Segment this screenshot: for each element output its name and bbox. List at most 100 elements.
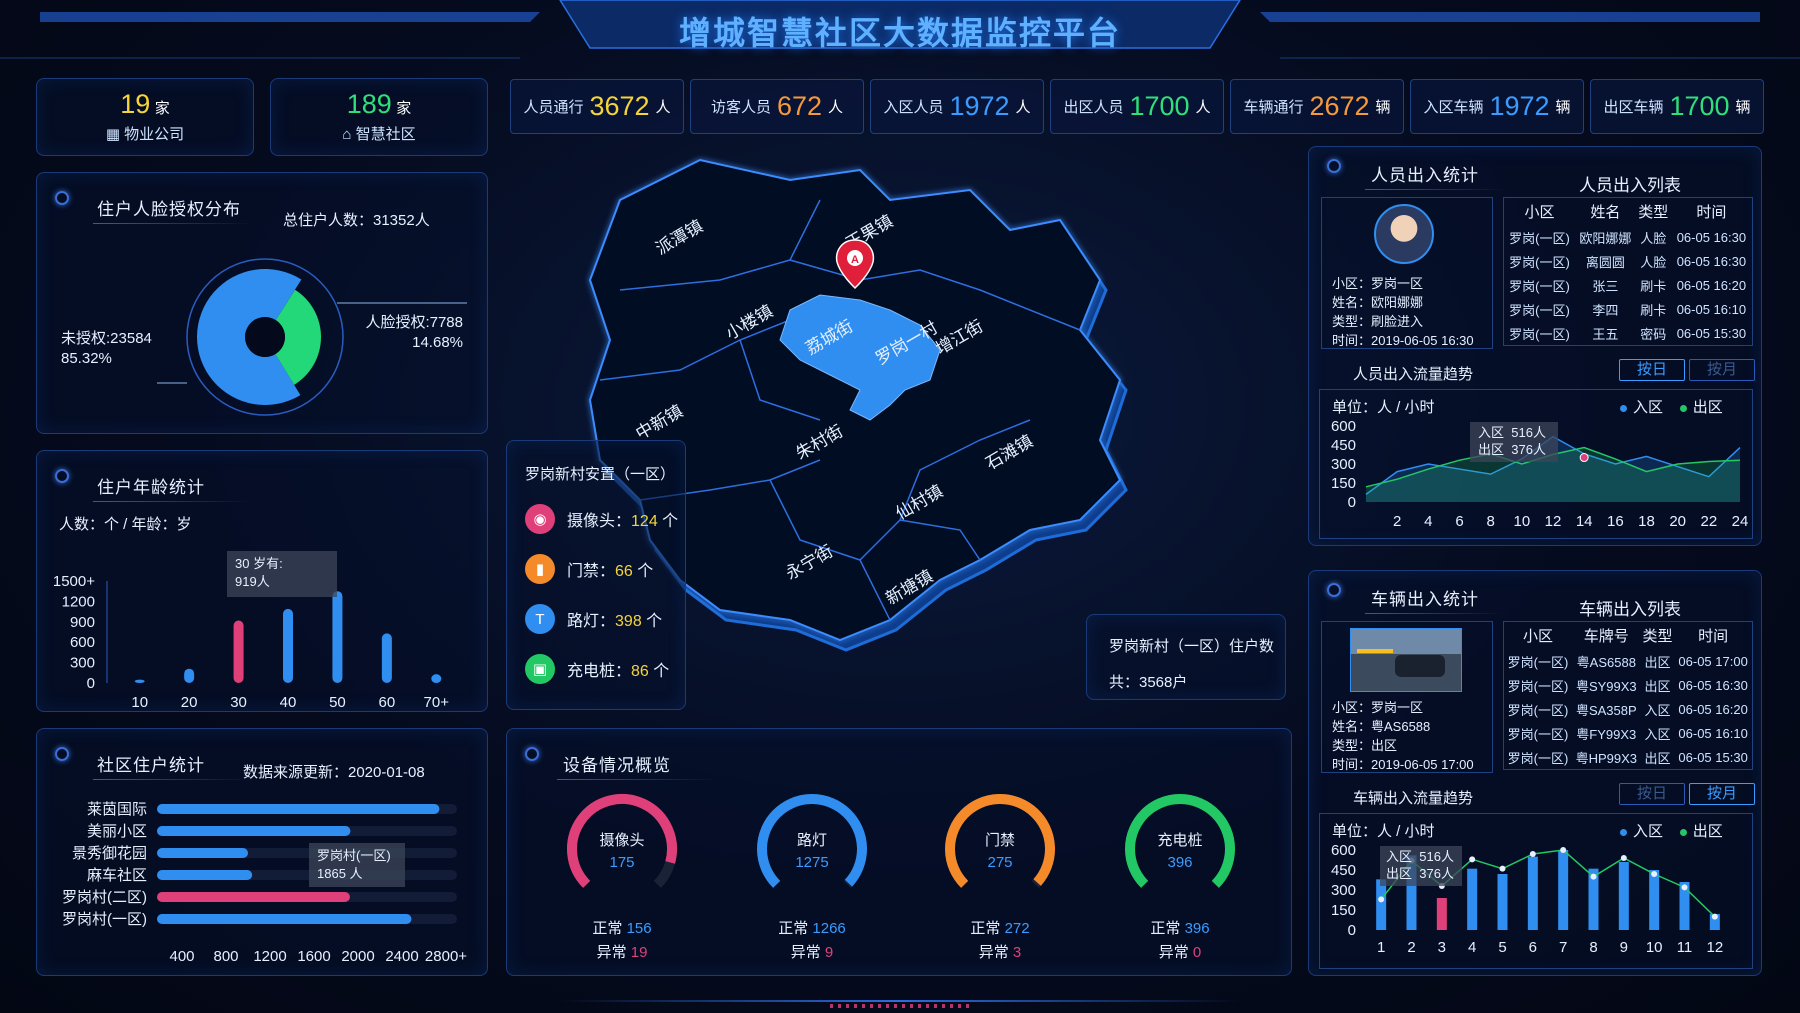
normal-label: 正常: [778, 920, 809, 937]
table-row[interactable]: 罗岗(一区) 离圆圆 人脸 06-05 16:30: [1504, 250, 1753, 274]
face-auth-panel: 住户人脸授权分布 总住户人数：31352人 未授权:23584 85.32% 人…: [36, 172, 488, 434]
tooltip-out-value: 376人: [1419, 866, 1454, 881]
stat-label: 车辆通行: [1243, 99, 1304, 116]
tab-month[interactable]: 按月: [1689, 359, 1755, 381]
vehicle-photo: [1350, 628, 1462, 692]
community-label: 莱茵国际: [87, 801, 147, 818]
table-row[interactable]: 罗岗(一区) 粤SA358P 入区 06-05 16:20: [1504, 698, 1753, 722]
stat-box: 入区人员 1972 人: [870, 79, 1044, 134]
age-bar: [381, 633, 392, 683]
vehicle-card[interactable]: 小区：罗岗一区 姓名：粤AS6588 类型：出区 时间：2019-06-05 1…: [1321, 621, 1493, 773]
title-underline: [557, 779, 717, 780]
community-bar: [157, 870, 253, 880]
tooltip-in-label: 入区: [1386, 849, 1413, 864]
gauge-total: 275: [987, 854, 1013, 871]
table-row[interactable]: 罗岗(一区) 粤FY99X3 入区 06-05 16:10: [1504, 722, 1753, 746]
age-bar: [283, 608, 293, 683]
community-bar: [157, 826, 351, 836]
abnormal-count: 3: [1012, 944, 1022, 961]
face-auth-donut: [157, 258, 467, 416]
person-io-panel: 人员出入统计 人员出入列表 小区：罗岗一区 姓名：欧阳娜娜 类型：刷脸进入 时间…: [1308, 146, 1762, 546]
vehicle-bar: [1436, 898, 1447, 930]
table-cell: 06-05 17:00: [1678, 654, 1748, 669]
table-row[interactable]: 罗岗(一区) 粤SY99X3 出区 06-05 16:30: [1504, 674, 1753, 698]
table-cell: 罗岗(一区): [1509, 279, 1570, 294]
device-overview-title: 设备情况概览: [563, 756, 671, 775]
community-tooltip-line2: 1865 人: [317, 866, 363, 881]
x-tick-label: 16: [1607, 513, 1624, 530]
age-tooltip-line2: 919人: [235, 574, 270, 589]
vehicle-trend-box: 单位：人 / 小时 入区 出区 600 450 300 150 0 1 2 3 4 5 6 7 8 9 10…: [1319, 813, 1753, 969]
table-cell: 刷卡: [1640, 303, 1667, 318]
x-tick-label: 12: [1706, 939, 1723, 956]
page-title: 增城智慧社区大数据监控平台: [678, 15, 1121, 51]
camera-icon: ◉: [525, 504, 555, 534]
person-trend-chart: 60045030015002 4 6 8 10 12 14 16 18 20 22 24: [1331, 418, 1749, 530]
table-cell: 出区: [1644, 750, 1671, 766]
community-label: 罗岗村(二区): [62, 889, 147, 906]
vehicle-list-title: 车辆出入列表: [1579, 600, 1681, 619]
table-cell: 粤AS6588: [1576, 655, 1636, 670]
tab-day[interactable]: 按日: [1619, 359, 1685, 381]
community-count: 189: [346, 89, 392, 119]
abnormal-label: 异常: [978, 944, 1009, 961]
table-row[interactable]: 罗岗(一区) 粤HP99X3 出区 06-05 15:30: [1504, 746, 1753, 770]
x-tick-label: 4: [1424, 513, 1432, 530]
person-card[interactable]: 小区：罗岗一区 姓名：欧阳娜娜 类型：刷脸进入 时间：2019-06-05 16…: [1321, 197, 1493, 349]
community-label: 智慧社区: [355, 126, 416, 143]
vehicle-card-name: 姓名：粤AS6588: [1332, 719, 1431, 734]
stat-label: 出区车辆: [1603, 99, 1664, 116]
table-cell: 06-05 16:20: [1676, 278, 1747, 293]
x-tick-label: 1600: [297, 948, 330, 965]
y-tick-label: 0: [1348, 922, 1356, 939]
normal-label: 正常: [1150, 920, 1181, 937]
vehicle-tab-day[interactable]: 按日: [1619, 783, 1685, 805]
stat-value: 1972: [949, 91, 1010, 121]
table-row[interactable]: 罗岗(一区) 欧阳娜娜 人脸 06-05 16:30: [1504, 226, 1753, 250]
y-tick-label: 900: [70, 614, 95, 631]
vehicle-trend-tooltip: 入区 516人 出区 376人: [1380, 846, 1462, 886]
bottom-decoration: [0, 996, 1800, 1013]
x-tick-label: 10: [1646, 939, 1663, 956]
person-trend-title: 人员出入流量趋势: [1353, 366, 1474, 383]
stat-box: 访客人员 672 人: [690, 79, 864, 134]
household-count-panel: 罗岗新村（一区）住户数 共：3568户: [1086, 614, 1286, 700]
stat-label: 出区人员: [1063, 99, 1124, 116]
household-label: 罗岗新村（一区）住户数: [1109, 638, 1275, 655]
person-card-time: 时间：2019-06-05 16:30: [1332, 333, 1474, 348]
community-bar: [157, 848, 249, 858]
person-trend-tooltip: 入区 516人 出区 376人: [1470, 422, 1558, 462]
resettlement-value: 86: [631, 663, 649, 680]
resettlement-row: ◉ 摄像头：124 个: [525, 504, 678, 534]
vehicle-out-point: [1711, 913, 1718, 920]
door-icon: ▮: [525, 554, 555, 584]
y-tick-label: 150: [1331, 902, 1356, 919]
table-cell: 06-05 16:20: [1678, 702, 1748, 717]
vehicle-card-community: 小区：罗岗一区: [1332, 700, 1424, 715]
table-cell: 粤FY99X3: [1576, 727, 1637, 742]
table-cell: 出区: [1644, 655, 1671, 670]
table-row[interactable]: 罗岗(一区) 王五 密码 06-05 15:30: [1504, 322, 1753, 346]
table-cell: 欧阳娜娜: [1579, 231, 1632, 246]
table-cell: 人脸: [1640, 231, 1667, 246]
normal-count: 272: [1004, 920, 1030, 937]
x-tick-label: 40: [280, 694, 297, 711]
table-row[interactable]: 罗岗(一区) 李四 刷卡 06-05 16:10: [1504, 298, 1753, 322]
x-tick-label: 24: [1732, 513, 1749, 530]
stat-box: 人员通行 3672 人: [510, 79, 684, 134]
table-row[interactable]: 罗岗(一区) 粤AS6588 出区 06-05 17:00: [1504, 650, 1753, 674]
auth-label: 人脸授权:7788: [365, 314, 463, 331]
vehicle-out-point: [1590, 873, 1597, 880]
table-cell: 人脸: [1640, 255, 1667, 270]
vehicle-card-type: 类型：出区: [1332, 738, 1398, 753]
abnormal-count: 9: [824, 944, 834, 961]
home-icon: ⌂: [342, 126, 352, 143]
community-bar: [157, 892, 350, 902]
stat-unit: 辆: [1735, 99, 1751, 116]
stat-value: 3672: [589, 91, 650, 121]
vehicle-out-point: [1620, 855, 1627, 861]
vehicle-tab-month[interactable]: 按月: [1689, 783, 1755, 805]
stat-label: 入区人员: [883, 99, 944, 116]
table-row[interactable]: 罗岗(一区) 张三 刷卡 06-05 16:20: [1504, 274, 1753, 298]
tooltip-out-label: 出区: [1478, 442, 1505, 457]
